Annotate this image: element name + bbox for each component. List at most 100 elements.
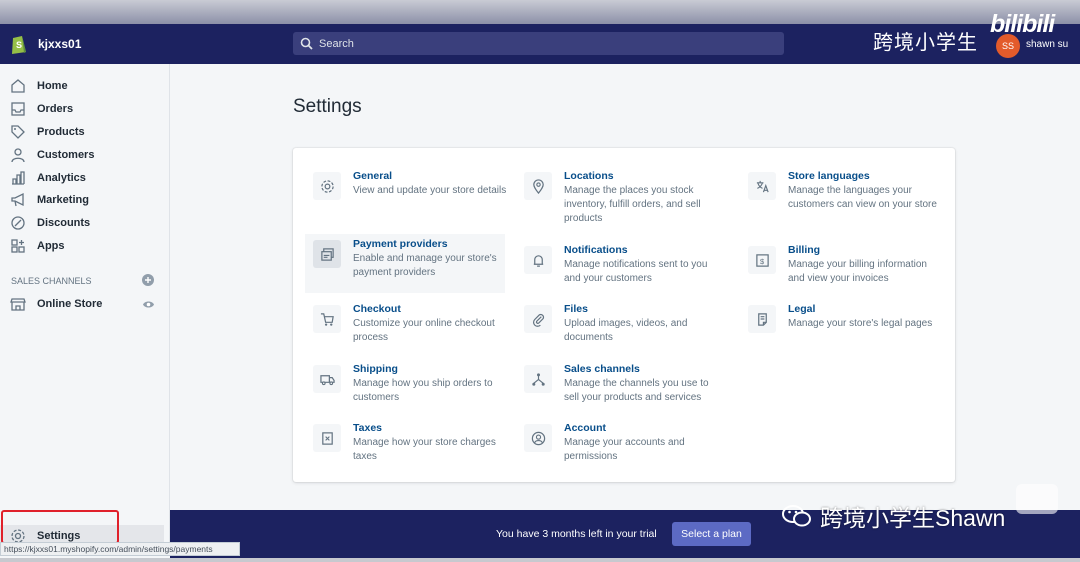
top-bar: S kjxxs01 Search 跨境小学生 bilibili SS shawn… — [0, 10, 1080, 64]
settings-sales-channels[interactable]: Sales channels Manage the channels you u… — [516, 363, 716, 419]
svg-text:S: S — [16, 40, 22, 50]
orders-icon — [11, 102, 25, 116]
trial-text: You have 3 months left in your trial — [496, 528, 657, 540]
channels-icon — [524, 365, 552, 393]
settings-store-languages[interactable]: Store languages Manage the languages you… — [740, 170, 940, 226]
video-bottom-strip — [0, 558, 1080, 562]
sidebar-item-label: Home — [37, 80, 68, 92]
tile-description: Manage your billing information and view… — [788, 259, 927, 284]
payment-icon — [313, 240, 341, 268]
tile-description: Manage the channels you use to sell your… — [564, 378, 709, 403]
store-name: kjxxs01 — [38, 37, 82, 51]
sidebar-item-label: Discounts — [37, 217, 91, 229]
tile-title: Sales channels — [564, 363, 640, 375]
tile-description: Enable and manage your store's payment p… — [353, 253, 497, 278]
sidebar: Home Orders Products Customers Analytics… — [0, 64, 170, 547]
settings-general[interactable]: General View and update your store detai… — [305, 170, 506, 226]
sidebar-item-home[interactable]: Home — [0, 75, 170, 97]
bar-chart-icon — [12, 171, 25, 185]
tile-title: Payment providers — [353, 238, 448, 250]
search-placeholder: Search — [319, 37, 354, 50]
cart-icon — [313, 305, 341, 333]
bilibili-logo: bilibili — [990, 10, 1055, 38]
sidebar-item-label: Marketing — [37, 194, 89, 206]
sidebar-item-apps[interactable]: Apps — [0, 235, 170, 257]
settings-notifications[interactable]: Notifications Manage notifications sent … — [516, 244, 716, 300]
settings-locations[interactable]: Locations Manage the places you stock in… — [516, 170, 716, 226]
avatar[interactable]: SS — [996, 34, 1020, 58]
sidebar-item-label: Apps — [37, 240, 65, 252]
legal-icon — [748, 305, 776, 333]
tile-title: Store languages — [788, 170, 870, 182]
store-switcher[interactable]: S kjxxs01 — [10, 33, 81, 55]
tile-title: Account — [564, 422, 606, 434]
account-icon — [524, 424, 552, 452]
tile-description: Manage your store's legal pages — [788, 318, 933, 329]
settings-payment-providers[interactable]: Payment providers Enable and manage your… — [305, 234, 505, 293]
tile-title: Taxes — [353, 422, 382, 434]
search-icon — [300, 37, 313, 50]
megaphone-icon — [11, 192, 24, 207]
settings-highlight-box — [1, 510, 119, 544]
sidebar-item-label: Customers — [37, 149, 95, 161]
sales-channels-title: SALES CHANNELS — [11, 276, 92, 286]
tag-icon — [11, 125, 25, 139]
user-name[interactable]: shawn su — [1026, 39, 1068, 50]
tile-title: Legal — [788, 303, 816, 315]
translate-icon — [748, 172, 776, 200]
sidebar-item-orders[interactable]: Orders — [0, 98, 170, 120]
sidebar-item-label: Products — [37, 126, 85, 138]
location-pin-icon — [524, 172, 552, 200]
settings-billing[interactable]: $ Billing Manage your billing informatio… — [740, 244, 940, 300]
wechat-icon — [782, 505, 811, 527]
sidebar-item-marketing[interactable]: Marketing — [0, 189, 170, 211]
settings-legal[interactable]: Legal Manage your store's legal pages — [740, 303, 940, 359]
tile-title: Billing — [788, 244, 821, 256]
watermark-bottom: 跨境小学生Shawn — [782, 499, 1005, 533]
select-plan-button[interactable]: Select a plan — [672, 522, 751, 546]
truck-icon — [313, 365, 341, 393]
tile-description: Manage the languages your customers can … — [788, 185, 937, 210]
person-icon — [11, 148, 25, 163]
settings-files[interactable]: Files Upload images, videos, and documen… — [516, 303, 716, 359]
watermark-text: 跨境小学生 — [873, 32, 978, 54]
svg-text:$: $ — [759, 256, 764, 265]
home-icon — [11, 79, 25, 93]
tile-title: Notifications — [564, 244, 628, 256]
paperclip-icon — [524, 305, 552, 333]
tile-title: Files — [564, 303, 588, 315]
play-icon — [1016, 484, 1058, 514]
tile-description: Manage your accounts and permissions — [564, 437, 685, 462]
settings-card: General View and update your store detai… — [293, 148, 955, 482]
settings-taxes[interactable]: Taxes Manage how your store charges taxe… — [305, 422, 505, 478]
shopify-logo-icon: S — [12, 36, 26, 54]
gear-icon — [313, 172, 341, 200]
billing-icon: $ — [748, 246, 776, 274]
taxes-icon — [313, 424, 341, 452]
sidebar-item-customers[interactable]: Customers — [0, 144, 170, 166]
tile-description: Manage the places you stock inventory, f… — [564, 185, 701, 224]
tile-description: Manage how you ship orders to customers — [353, 378, 493, 403]
tile-description: Customize your online checkout process — [353, 318, 495, 343]
settings-checkout[interactable]: Checkout Customize your online checkout … — [305, 303, 505, 359]
tile-title: Locations — [564, 170, 614, 182]
tile-title: Checkout — [353, 303, 401, 315]
settings-shipping[interactable]: Shipping Manage how you ship orders to c… — [305, 363, 505, 419]
settings-account[interactable]: Account Manage your accounts and permiss… — [516, 422, 716, 478]
sidebar-item-label: Online Store — [37, 298, 103, 310]
video-top-strip — [0, 0, 1080, 24]
sidebar-item-products[interactable]: Products — [0, 121, 170, 143]
apps-icon — [11, 239, 25, 253]
bell-icon — [524, 246, 552, 274]
tile-description: View and update your store details — [353, 185, 507, 196]
eye-icon[interactable] — [142, 298, 155, 311]
watermark-bottom-text: 跨境小学生Shawn — [820, 505, 1006, 531]
sidebar-item-label: Orders — [37, 103, 74, 115]
tile-description: Manage notifications sent to you and you… — [564, 259, 708, 284]
sidebar-item-discounts[interactable]: Discounts — [0, 212, 170, 234]
discount-icon — [11, 216, 25, 230]
add-channel-icon[interactable] — [142, 274, 154, 286]
sidebar-item-analytics[interactable]: Analytics — [0, 167, 170, 189]
page-title: Settings — [293, 96, 362, 117]
search-input[interactable]: Search — [293, 32, 784, 55]
